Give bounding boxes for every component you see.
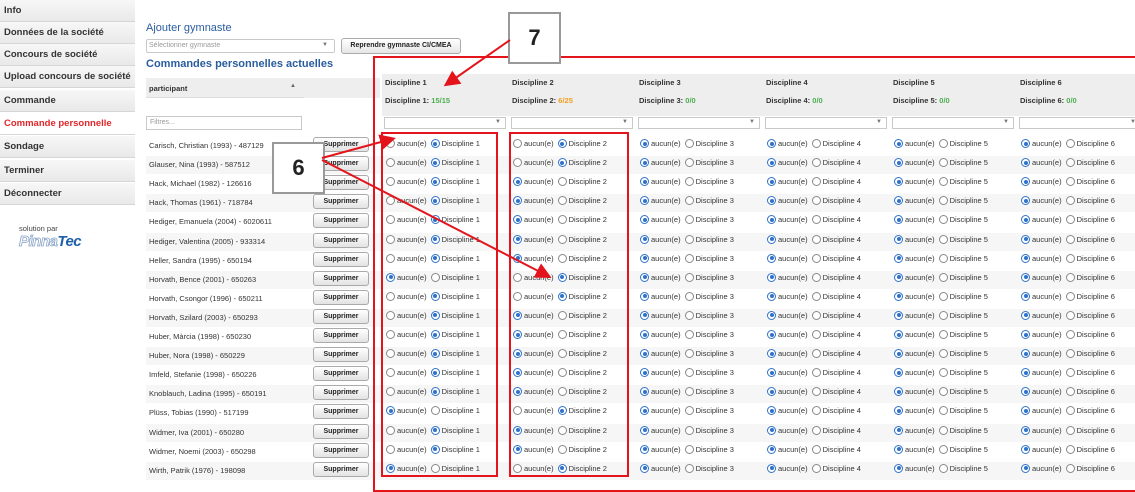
sidebar-item-6[interactable]: Commande personnelle [0,113,135,135]
participant-name: Hediger, Emanuela (2004) - 6020611 [149,217,272,227]
annotation-callout-7: 7 [508,12,561,64]
action-column-header [304,78,380,98]
select-gymnast-dropdown[interactable]: Sélectionner gymnaste ▼ [146,39,335,53]
solution-label: solution par [19,224,58,233]
delete-button[interactable]: Supprimer [313,404,369,420]
delete-button[interactable]: Supprimer [313,232,369,248]
participant-name: Carisch, Christian (1993) - 487129 [149,141,264,150]
participant-name: Glauser, Nina (1993) - 587512 [149,160,250,170]
participant-name: Wirth, Patrik (1976) - 198098 [149,465,246,475]
delete-button[interactable]: Supprimer [313,385,369,401]
delete-button[interactable]: Supprimer [313,213,369,229]
delete-button[interactable]: Supprimer [313,366,369,382]
participant-name: Hack, Thomas (1961) - 718784 [149,198,253,208]
delete-button[interactable]: Supprimer [313,251,369,267]
sidebar-item-2[interactable]: Données de la société [0,22,135,44]
delete-button[interactable]: Supprimer [313,347,369,363]
participant-name: Huber, Nora (1998) - 650229 [149,351,245,361]
delete-button[interactable]: Supprimer [313,328,369,343]
delete-button[interactable]: Supprimer [313,270,369,286]
delete-button[interactable]: Supprimer [313,308,369,324]
delete-button[interactable]: Supprimer [313,461,369,477]
participant-name: Widmer, Noemi (2003) - 650298 [149,446,256,456]
resume-gymnast-button[interactable]: Reprendre gymnaste CI/CMEA [341,38,461,54]
participant-filter-input[interactable]: Filtres... [146,116,302,130]
current-orders-title: Commandes personnelles actuelles [146,58,334,70]
participant-name: Widmer, Iva (2001) - 650280 [149,427,245,437]
participant-name: Plüss, Tobias (1990) - 517199 [149,408,249,418]
participant-name: Horvath, Csongor (1996) - 650211 [149,293,263,303]
logo-part-1: Pinna [19,233,59,251]
participant-name: Horvath, Szilard (2003) - 650293 [149,312,258,322]
select-gymnast-placeholder: Sélectionner gymnaste [149,42,221,49]
annotation-outline-discipline-1 [381,132,498,477]
participant-header-label: participant [149,84,188,93]
sidebar-item-8[interactable]: Terminer [0,160,135,182]
delete-button[interactable]: Supprimer [313,289,369,305]
pinnatec-logo: PinnaTec [19,233,82,251]
participant-name: Hack, Michael (1982) - 126616 [149,179,252,189]
annotation-callout-6: 6 [272,142,325,194]
annotation-outline-discipline-2 [509,132,629,477]
delete-button[interactable]: Supprimer [313,442,369,458]
sidebar: Info Données de la société Concours de soc… [0,0,137,482]
participant-name: Hediger, Valentina (2005) - 933314 [149,236,266,246]
participant-column-header[interactable]: participant ▲ [146,78,304,98]
participant-name: Huber, Màrcia (1998) - 650230 [149,332,252,341]
participant-name: Knoblauch, Ladina (1995) - 650191 [149,389,267,399]
sort-ascending-icon[interactable]: ▲ [290,83,296,89]
sidebar-item-3[interactable]: Concours de société [0,44,135,66]
participant-name: Heller, Sandra (1995) - 650194 [149,255,252,265]
delete-button[interactable]: Supprimer [313,194,369,210]
sidebar-item-4[interactable]: Upload concours de société [0,66,135,88]
add-gymnast-title: Ajouter gymnaste [146,22,232,34]
chevron-down-icon: ▼ [322,42,328,48]
sidebar-item-7[interactable]: Sondage [0,136,135,158]
participant-name: Imfeld, Stefanie (1998) - 650226 [149,370,257,380]
sidebar-item-1[interactable]: Info [0,0,135,22]
sidebar-item-5[interactable]: Commande [0,90,135,112]
participant-name: Horvath, Bence (2001) - 650263 [149,274,257,284]
sidebar-item-9[interactable]: Déconnecter [0,183,135,205]
delete-button[interactable]: Supprimer [313,423,369,439]
logo-part-2: Tec [57,233,82,250]
